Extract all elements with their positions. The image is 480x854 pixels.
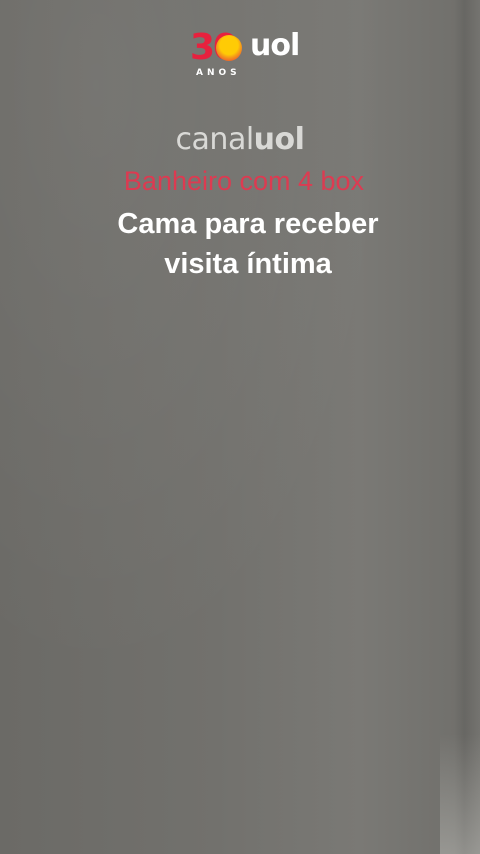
channel-wordmark-part1: canal — [175, 122, 255, 157]
logo-brand: uol — [250, 28, 300, 63]
video-frame: 30 uol ANOS canaluol Banheiro com 4 box … — [0, 0, 480, 854]
channel-wordmark-part2: uol — [253, 122, 305, 157]
floor-highlight — [440, 734, 480, 854]
caption-main: Cama para receber visita íntima — [0, 204, 480, 284]
uol-30-anos-logo: 30 uol ANOS — [190, 28, 310, 80]
logo-sun-icon — [216, 35, 242, 61]
caption-line-1: Cama para receber — [117, 208, 379, 240]
channel-wordmark: canaluol — [0, 122, 480, 157]
logo-subtitle: ANOS — [196, 68, 241, 78]
caption-highlight: Banheiro com 4 box — [123, 166, 365, 196]
caption-line-2: visita íntima — [164, 248, 332, 280]
